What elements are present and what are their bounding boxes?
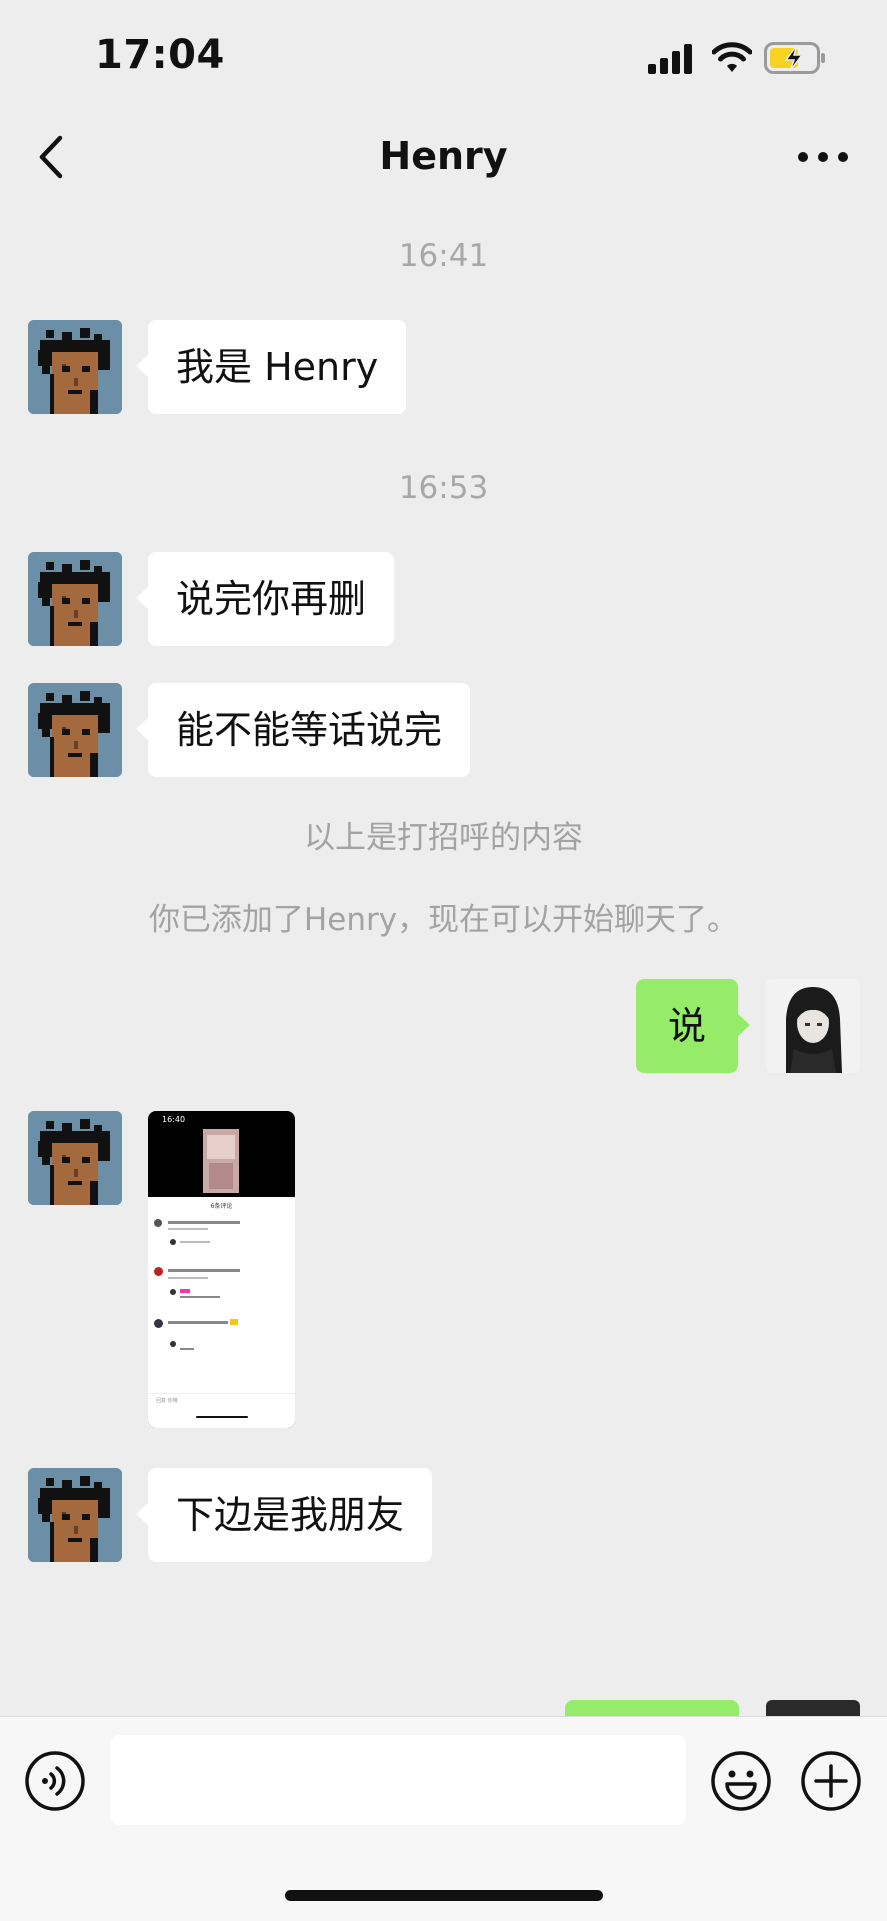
message-bubble-outgoing-partial[interactable]: [565, 1700, 739, 1716]
timestamp: 16:53: [398, 470, 489, 506]
chat-title: Henry: [379, 134, 508, 178]
status-time: 17:04: [95, 32, 225, 78]
avatar-henry[interactable]: [28, 1111, 122, 1205]
cellular-signal-icon: [648, 44, 692, 74]
image-comment-panel: 6条评论 回复 你哦: [148, 1197, 295, 1428]
avatar-henry[interactable]: [28, 552, 122, 646]
emoji-icon[interactable]: [710, 1750, 772, 1812]
image-input-placeholder: 回复 你哦: [156, 1398, 178, 1404]
more-dots-icon[interactable]: [796, 146, 850, 168]
wifi-icon: [712, 42, 752, 72]
message-input[interactable]: [110, 1735, 686, 1825]
message-bubble[interactable]: 我是 Henry: [135, 320, 407, 414]
avatar-henry[interactable]: [28, 320, 122, 414]
timestamp: 16:41: [398, 238, 489, 274]
message-bubble-outgoing[interactable]: 说: [636, 979, 750, 1073]
image-message[interactable]: 16:40 6条评论 回复 你哦: [148, 1111, 295, 1428]
battery-charging-icon: [764, 42, 825, 74]
message-bubble[interactable]: 说完你再删: [135, 552, 395, 646]
image-photo: [203, 1129, 239, 1193]
system-message: 以上是打招呼的内容: [304, 820, 583, 856]
image-status-time: 16:40: [162, 1115, 186, 1124]
image-comment-title: 6条评论: [210, 1203, 233, 1210]
voice-icon[interactable]: [24, 1750, 86, 1812]
avatar-henry[interactable]: [28, 683, 122, 777]
avatar-me[interactable]: [766, 979, 860, 1073]
avatar-henry[interactable]: [28, 1468, 122, 1562]
message-bubble[interactable]: 能不能等话说完: [135, 683, 471, 777]
message-bubble[interactable]: 下边是我朋友: [135, 1468, 433, 1562]
system-message: 你已添加了Henry，现在可以开始聊天了。: [148, 902, 739, 938]
plus-icon[interactable]: [800, 1750, 862, 1812]
home-indicator: [285, 1890, 603, 1901]
avatar-me-partial[interactable]: [766, 1700, 860, 1716]
